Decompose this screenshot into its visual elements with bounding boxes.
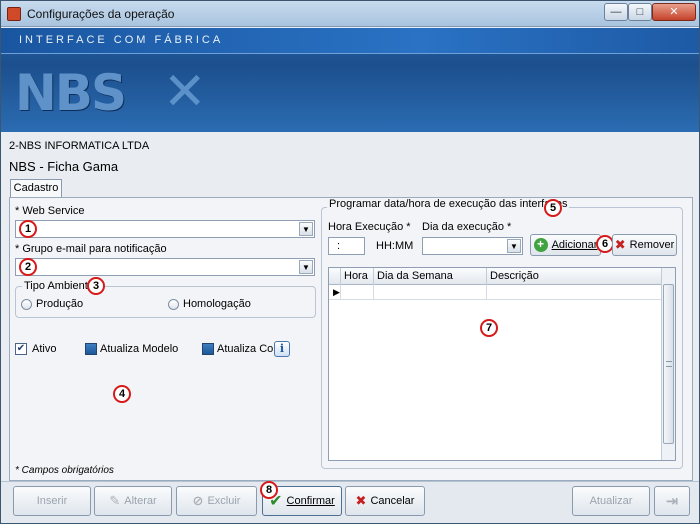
radio-homologacao[interactable]: Homologação [168, 298, 251, 310]
cancel-icon: ✖ [355, 493, 367, 508]
web-service-label: * Web Service [15, 205, 85, 217]
checkbox-atualiza-cor-label: Atualiza Cor [217, 343, 277, 355]
row-indicator-icon: ▶ [333, 287, 340, 297]
exit-icon: ⇥ [665, 493, 679, 510]
checkbox-atualiza-modelo[interactable]: Atualiza Modelo [85, 343, 178, 355]
checkbox-ativo-label: Ativo [32, 343, 57, 355]
checkbox-atualiza-modelo-label: Atualiza Modelo [100, 343, 179, 355]
close-button[interactable]: ✕ [652, 3, 696, 21]
cancel-button[interactable]: ✖ Cancelar [345, 486, 425, 516]
delete-label: Excluir [207, 495, 241, 507]
column-descricao[interactable]: Descrição [486, 268, 662, 285]
marker-4: 4 [113, 385, 131, 403]
add-icon: + [533, 238, 548, 252]
execution-day-select[interactable]: ▼ [422, 237, 523, 255]
confirm-label: Confirmar [286, 495, 335, 507]
schedule-legend: Programar data/hora de execução das inte… [327, 198, 570, 210]
table-cell[interactable] [340, 285, 373, 300]
marker-8: 8 [260, 481, 278, 499]
scrollbar-thumb[interactable] [663, 284, 674, 444]
schedule-grid[interactable]: Hora Dia da Semana Descrição ▶ [328, 267, 676, 461]
delete-icon: ⊘ [192, 493, 204, 508]
window-title: Configurações da operação [27, 7, 175, 21]
edit-button[interactable]: ✎ Alterar [94, 486, 172, 516]
banner-strip-text: INTERFACE COM FÁBRICA [19, 34, 224, 46]
radio-producao[interactable]: Produção [21, 298, 83, 310]
info-icon[interactable]: i [274, 341, 290, 357]
insert-label: Inserir [36, 495, 68, 507]
operation-name: NBS - Ficha Gama [9, 159, 119, 174]
table-row[interactable]: ▶ [329, 285, 662, 300]
company-name: 2-NBS INFORMATICA LTDA [9, 140, 150, 152]
grip-icon [666, 361, 672, 367]
remove-schedule-label: Remover [629, 239, 675, 251]
execution-time-input[interactable]: : [328, 237, 365, 255]
chevron-down-icon[interactable]: ▼ [299, 260, 313, 274]
chevron-down-icon[interactable]: ▼ [299, 222, 313, 236]
banner-strip: INTERFACE COM FÁBRICA [1, 28, 699, 54]
environment-legend: Tipo Ambiente [22, 280, 96, 292]
exit-button[interactable]: ⇥ [654, 486, 690, 516]
checkbox-box[interactable] [85, 343, 97, 355]
chevron-down-icon[interactable]: ▼ [507, 239, 521, 253]
time-format-hint: HH:MM [376, 240, 414, 252]
radio-circle[interactable] [21, 298, 32, 310]
refresh-label: Atualizar [589, 495, 633, 507]
checkbox-ativo[interactable]: ✔ Ativo [15, 343, 56, 355]
radio-circle[interactable] [168, 298, 179, 310]
minimize-button[interactable]: — [604, 3, 628, 21]
title-bar: Configurações da operação — □ ✕ [1, 1, 699, 27]
marker-7: 7 [480, 319, 498, 337]
app-icon [7, 7, 21, 21]
table-cell[interactable] [373, 285, 486, 300]
nbs-banner: INTERFACE COM FÁBRICA NBS ✕ [1, 28, 699, 132]
execution-day-label: Dia da execução * [422, 221, 512, 233]
web-service-select[interactable]: ▼ [15, 220, 315, 238]
nbs-logo: NBS [15, 64, 127, 122]
required-fields-note: * Campos obrigatórios [15, 465, 114, 476]
maximize-button[interactable]: □ [628, 3, 652, 21]
email-group-select[interactable]: ▼ [15, 258, 315, 276]
column-dia-da-semana[interactable]: Dia da Semana [373, 268, 486, 285]
marker-5: 5 [544, 199, 562, 217]
grid-vertical-scrollbar[interactable] [661, 268, 675, 460]
remove-icon: ✖ [614, 237, 626, 252]
column-hora[interactable]: Hora [340, 268, 373, 285]
add-schedule-button[interactable]: + Adicionar [530, 234, 601, 256]
table-cell[interactable] [486, 285, 662, 300]
marker-1: 1 [19, 220, 37, 238]
refresh-button[interactable]: Atualizar [572, 486, 650, 516]
radio-homologacao-label: Homologação [183, 298, 251, 310]
radio-producao-label: Produção [36, 298, 84, 310]
cancel-label: Cancelar [370, 495, 415, 507]
edit-label: Alterar [124, 495, 157, 507]
remove-schedule-button[interactable]: ✖ Remover [612, 234, 677, 256]
banner-x-graphic: ✕ [163, 63, 207, 121]
marker-2: 2 [19, 258, 37, 276]
edit-icon: ✎ [109, 493, 121, 508]
add-schedule-label: Adicionar [551, 239, 598, 251]
checkbox-atualiza-cor[interactable]: Atualiza Cor [202, 343, 277, 355]
insert-button[interactable]: Inserir [13, 486, 91, 516]
operation-settings-window: Configurações da operação — □ ✕ INTERFAC… [0, 0, 700, 524]
execution-time-label: Hora Execução * [328, 221, 411, 233]
tab-cadastro[interactable]: Cadastro [10, 179, 62, 198]
grid-header: Hora Dia da Semana Descrição [329, 268, 662, 285]
delete-button[interactable]: ⊘ Excluir [176, 486, 257, 516]
checkmark-icon[interactable]: ✔ [15, 343, 27, 355]
checkbox-box[interactable] [202, 343, 214, 355]
marker-3: 3 [87, 277, 105, 295]
email-group-label: * Grupo e-mail para notificação [15, 243, 167, 255]
